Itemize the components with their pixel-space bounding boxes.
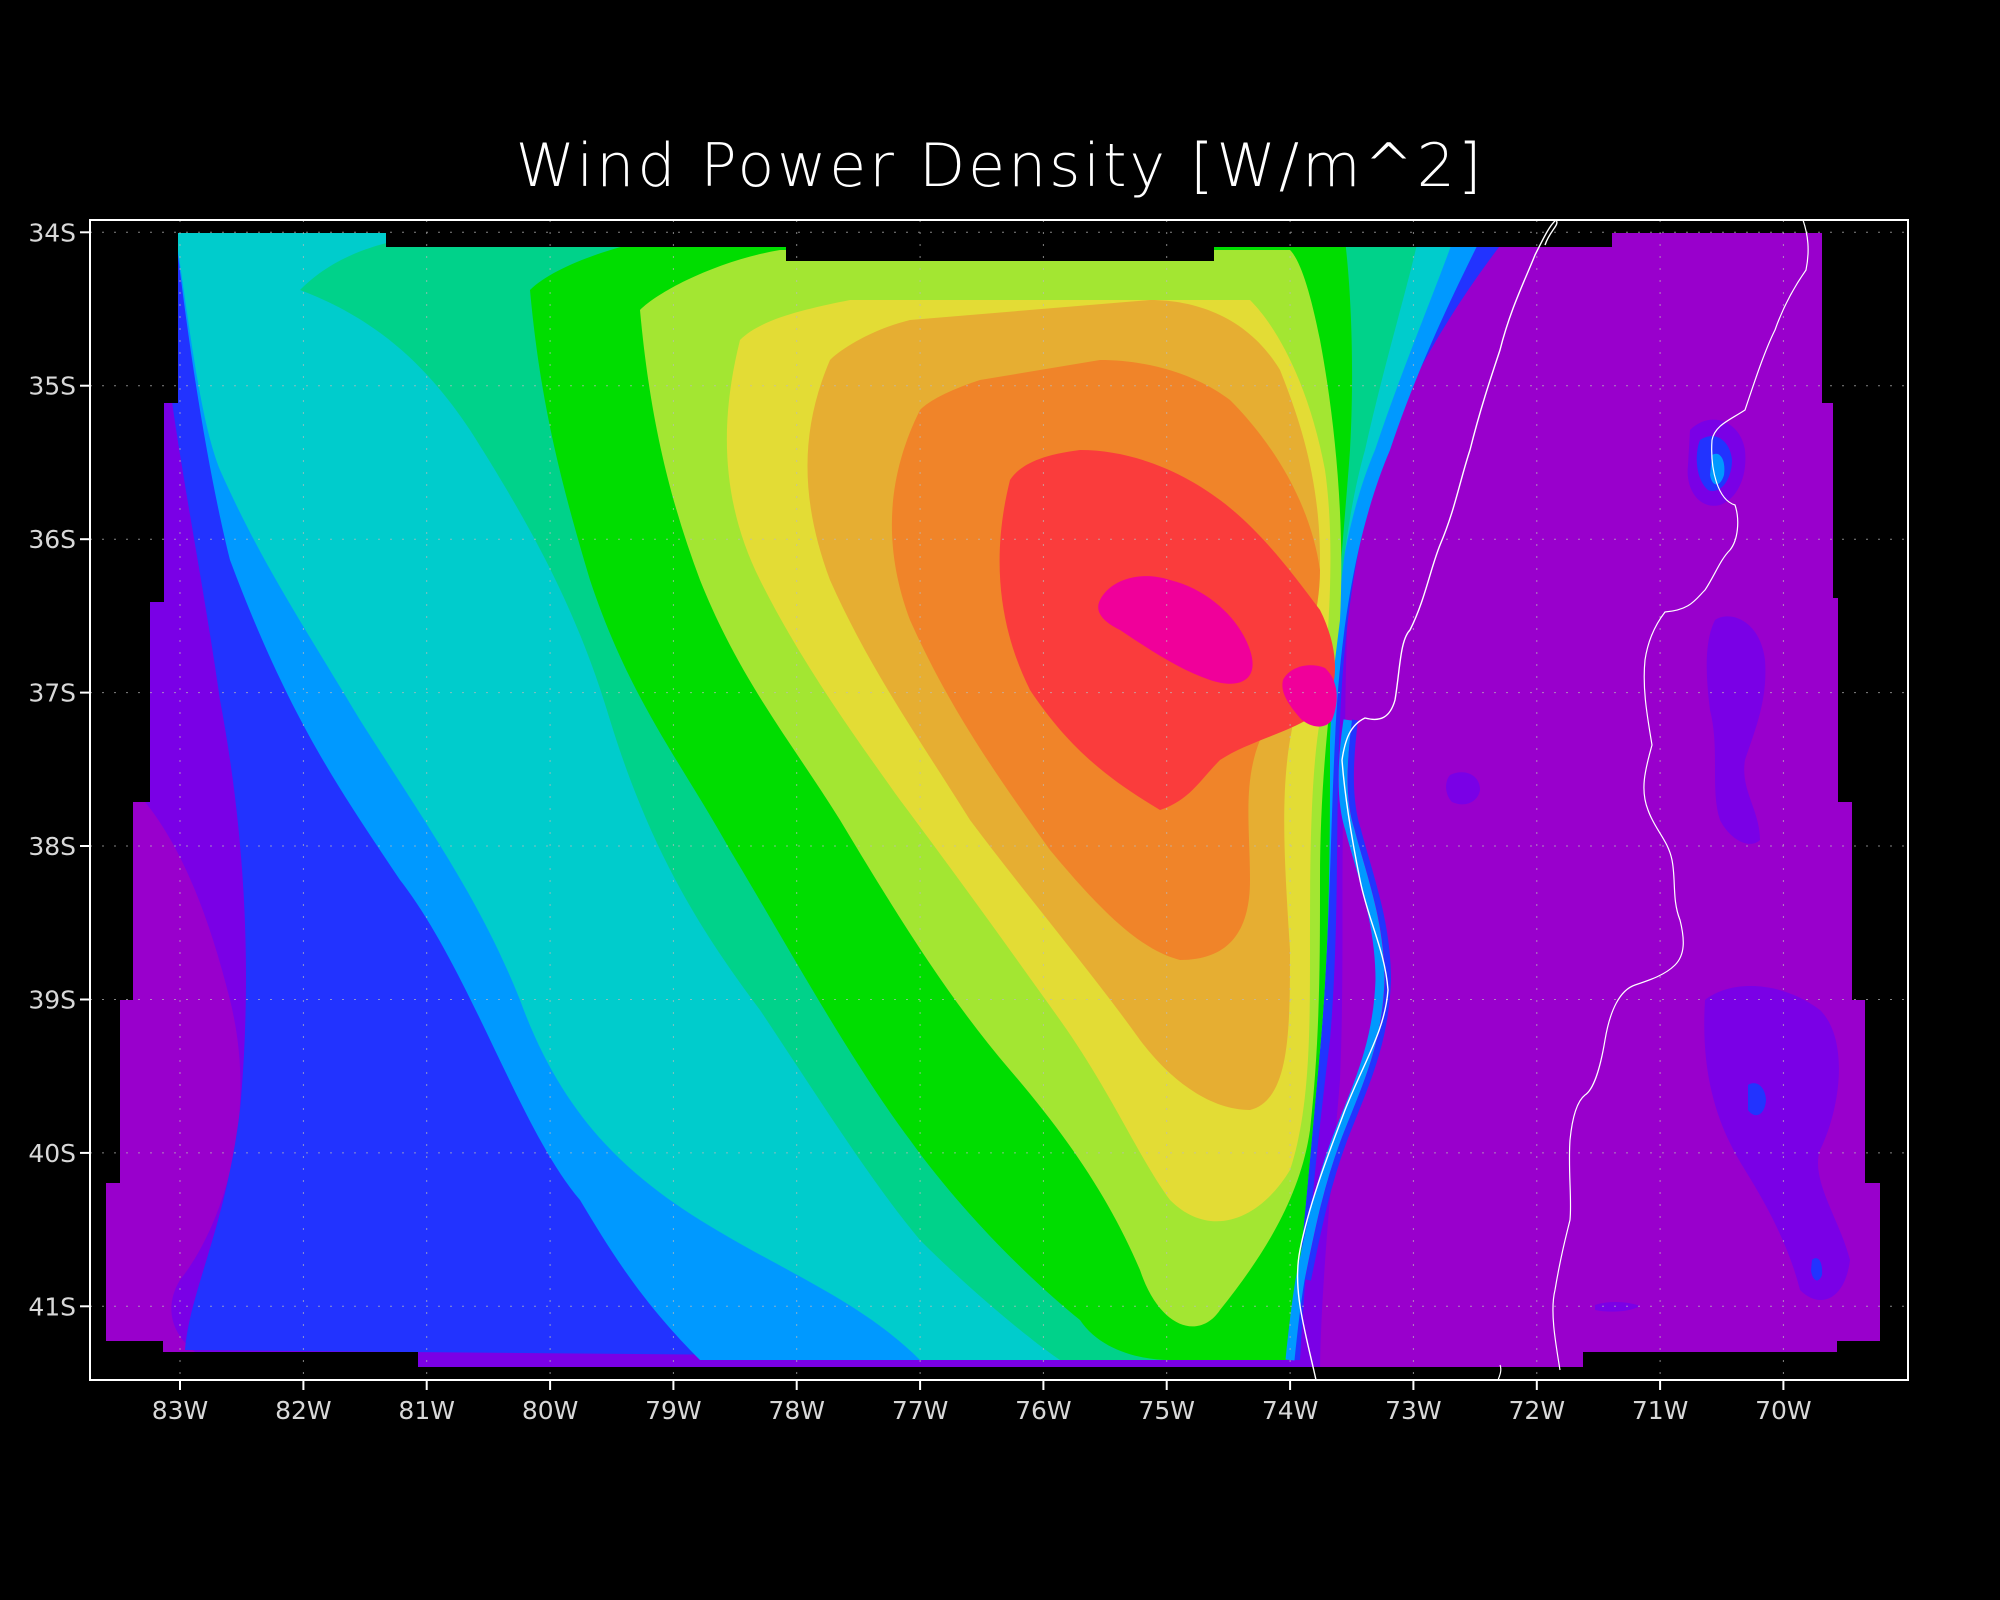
chart-title: Wind Power Density [W/m^2]: [516, 131, 1485, 201]
y-tick-label: 37S: [28, 679, 76, 708]
x-tick-label: 83W: [152, 1396, 209, 1425]
x-tick-label: 73W: [1385, 1396, 1442, 1425]
x-tick-label: 80W: [522, 1396, 579, 1425]
x-tick-label: 81W: [398, 1396, 455, 1425]
wind-power-density-map: Wind Power Density [W/m^2] 34S35S36S37S3…: [0, 0, 2000, 1600]
y-tick-label: 39S: [28, 986, 76, 1015]
y-tick-label: 41S: [28, 1292, 76, 1321]
y-tick-label: 38S: [28, 832, 76, 861]
x-tick-label: 78W: [768, 1396, 825, 1425]
y-tick-label: 36S: [28, 525, 76, 554]
contour-fill-layer: [106, 233, 1880, 1367]
x-tick-label: 82W: [275, 1396, 332, 1425]
x-tick-label: 75W: [1138, 1396, 1195, 1425]
x-tick-label: 76W: [1015, 1396, 1072, 1425]
x-tick-label: 72W: [1509, 1396, 1566, 1425]
x-tick-label: 77W: [892, 1396, 949, 1425]
x-tick-label: 70W: [1755, 1396, 1812, 1425]
y-tick-label: 40S: [28, 1139, 76, 1168]
x-tick-label: 74W: [1262, 1396, 1319, 1425]
y-tick-label: 34S: [28, 218, 76, 247]
y-tick-label: 35S: [28, 372, 76, 401]
x-tick-label: 79W: [645, 1396, 702, 1425]
x-tick-label: 71W: [1632, 1396, 1689, 1425]
